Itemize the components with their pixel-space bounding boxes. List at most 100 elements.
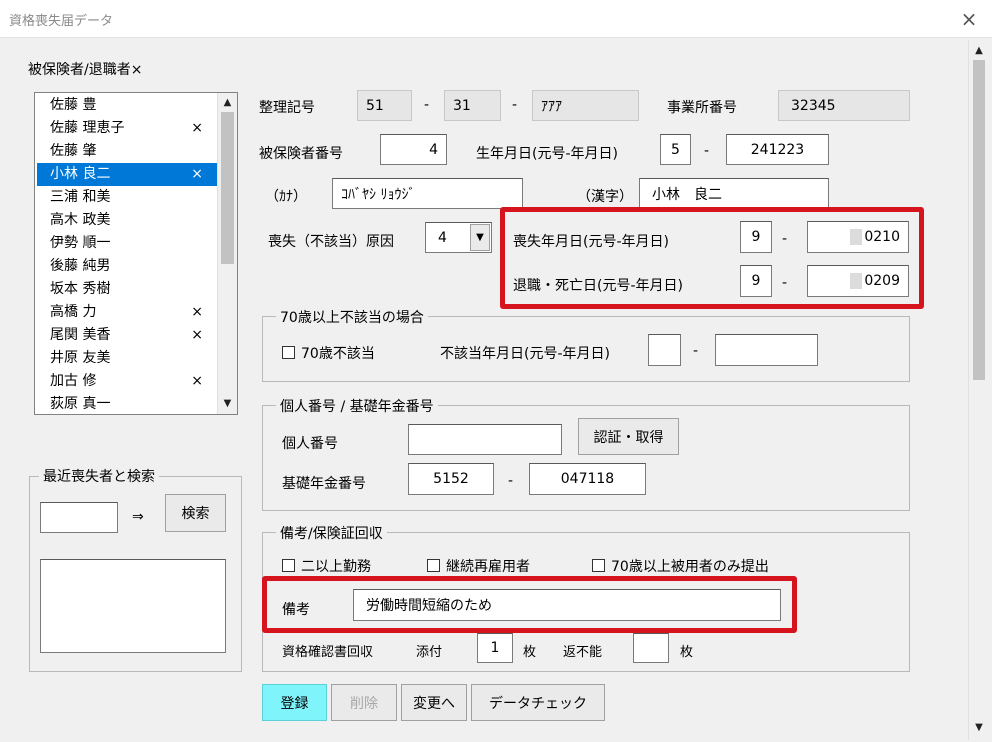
dropdown-arrow-icon[interactable]: ▼ [470,224,490,251]
scroll-down-icon[interactable]: ▼ [969,719,989,736]
seiri-dash-1: - [424,97,430,113]
tenpu-field[interactable]: 1 [477,633,513,663]
list-scrollbar[interactable]: ▲ ▼ [217,93,237,414]
cause-label: 喪失（不該当）原因 [268,234,394,250]
hihoken-label: 被保険者番号 [259,146,343,162]
list-scroll-up-icon[interactable]: ▲ [218,94,237,111]
list-item[interactable]: 加古 修 × [37,370,217,393]
list-item[interactable]: 後藤 純男 [37,255,217,278]
list-scroll-thumb[interactable] [221,112,234,264]
list-item-name: 佐藤 理恵子 [50,120,125,136]
tenpu-label: 添付 [416,645,443,660]
retire-date-value: 0209 [864,273,900,289]
person-listbox[interactable]: 佐藤 豊佐藤 理恵子 × 佐藤 肇小林 良二 × 三浦 和美高木 政美伊勢 順一後藤 純… [34,92,238,415]
datacheck-button[interactable]: データチェック [471,684,605,721]
kana-label: （ｶﾅ） [265,189,307,205]
list-item[interactable]: 坂本 秀樹 [37,278,217,301]
blurred-prefix [850,273,863,289]
list-item-name: 後藤 純男 [50,258,111,274]
retired-mark: × [191,120,203,136]
list-item[interactable]: 荻原 真一 [37,393,217,414]
birth-label: 生年月日(元号-年月日) [476,146,618,162]
biko-field[interactable]: 労働時間短縮のため [353,589,781,621]
mai-label-2: 枚 [680,645,694,660]
retired-mark: × [191,373,203,389]
loss-era-field[interactable]: 9 [740,221,772,253]
cb-over70-only-checkbox[interactable] [592,559,605,572]
seiri-field-2: 31 [444,90,501,121]
recent-search-input[interactable] [40,502,118,533]
cause-value: 4 [438,229,447,246]
retire-era-field[interactable]: 9 [740,265,772,297]
list-scroll-down-icon[interactable]: ▼ [218,395,237,412]
hihoken-field[interactable]: 4 [380,134,447,165]
list-item-name: 尾関 美香 [50,327,111,343]
list-item[interactable]: 井原 友美 [37,347,217,370]
loss-label: 喪失年月日(元号-年月日) [513,234,669,250]
loss-dash: - [782,231,788,247]
jigyosho-field: 32345 [778,90,910,121]
over70-era-field[interactable] [648,334,681,366]
window-scroll-thumb[interactable] [973,60,985,380]
recent-search-caption: 最近喪失者と検索 [39,466,159,486]
over70-checkbox[interactable] [282,346,295,359]
close-icon[interactable]: × [956,7,982,31]
loss-date-field[interactable]: 0210 [807,221,909,253]
scroll-up-icon[interactable]: ▲ [969,42,989,59]
window-scrollbar[interactable]: ▲ ▼ [968,40,989,740]
birth-era-field[interactable]: 5 [660,134,691,165]
list-item[interactable]: 佐藤 豊 [37,94,217,117]
kiso-field-1[interactable]: 5152 [408,463,494,495]
list-item[interactable]: 佐藤 理恵子 × [37,117,217,140]
kanji-field[interactable]: 小林 良二 [639,178,829,209]
list-item-name: 佐藤 豊 [50,97,97,113]
list-item[interactable]: 高橋 力 × [37,301,217,324]
auth-button[interactable]: 認証・取得 [578,418,679,455]
title-bar [0,0,992,38]
recent-result-list[interactable] [40,559,226,653]
kojin-field[interactable] [408,424,562,455]
over70-date-label: 不該当年月日(元号-年月日) [440,346,610,362]
list-item-name: 加古 修 [50,373,97,389]
over70-checkbox-label: 70歳不該当 [301,346,375,362]
list-item[interactable]: 高木 政美 [37,209,217,232]
list-label: 被保険者/退職者× [28,62,143,78]
register-button[interactable]: 登録 [262,684,327,721]
kana-field[interactable]: ｺﾊﾞﾔｼ ﾘｮｳｼﾞ [332,178,523,209]
henfuno-field[interactable] [633,633,669,663]
retired-mark: × [191,166,203,182]
search-button[interactable]: 検索 [165,494,226,532]
list-item-name: 高橋 力 [50,304,97,320]
mynumber-caption: 個人番号 / 基礎年金番号 [276,396,438,416]
list-item-name: 荻原 真一 [50,396,111,412]
birth-date-field[interactable]: 241223 [726,134,829,165]
kaishu-label: 資格確認書回収 [282,645,374,660]
list-item-name: 小林 良二 [50,166,111,182]
change-button[interactable]: 変更へ [401,684,467,721]
cb-keizoku-checkbox[interactable] [427,559,440,572]
list-item[interactable]: 佐藤 肇 [37,140,217,163]
retire-date-field[interactable]: 0209 [807,265,909,297]
list-item[interactable]: 尾関 美香 × [37,324,217,347]
birth-dash: - [704,143,710,159]
list-item-name: 三浦 和美 [50,189,111,205]
remarks-caption: 備考/保険証回収 [276,523,387,543]
retire-label: 退職・死亡日(元号-年月日) [513,278,683,294]
delete-button[interactable]: 削除 [331,684,397,721]
retired-mark: × [191,327,203,343]
over70-caption: 70歳以上不該当の場合 [276,307,428,327]
seiri-dash-2: - [512,97,518,113]
cb-over70-only-label: 70歳以上被用者のみ提出 [611,559,769,575]
seiri-field-3: ｱｱｱ [532,90,639,121]
list-item[interactable]: 伊勢 順一 [37,232,217,255]
list-item-name: 井原 友美 [50,350,111,366]
cb-keizoku-label: 継続再雇用者 [446,559,530,575]
over70-date-field[interactable] [715,334,818,366]
cb-nijo-checkbox[interactable] [282,559,295,572]
list-item[interactable]: 三浦 和美 [37,186,217,209]
kiso-field-2[interactable]: 047118 [529,463,646,495]
biko-label: 備考 [282,602,310,618]
list-item-name: 高木 政美 [50,212,111,228]
list-item[interactable]: 小林 良二 × [37,163,217,186]
kiso-label: 基礎年金番号 [282,476,366,492]
